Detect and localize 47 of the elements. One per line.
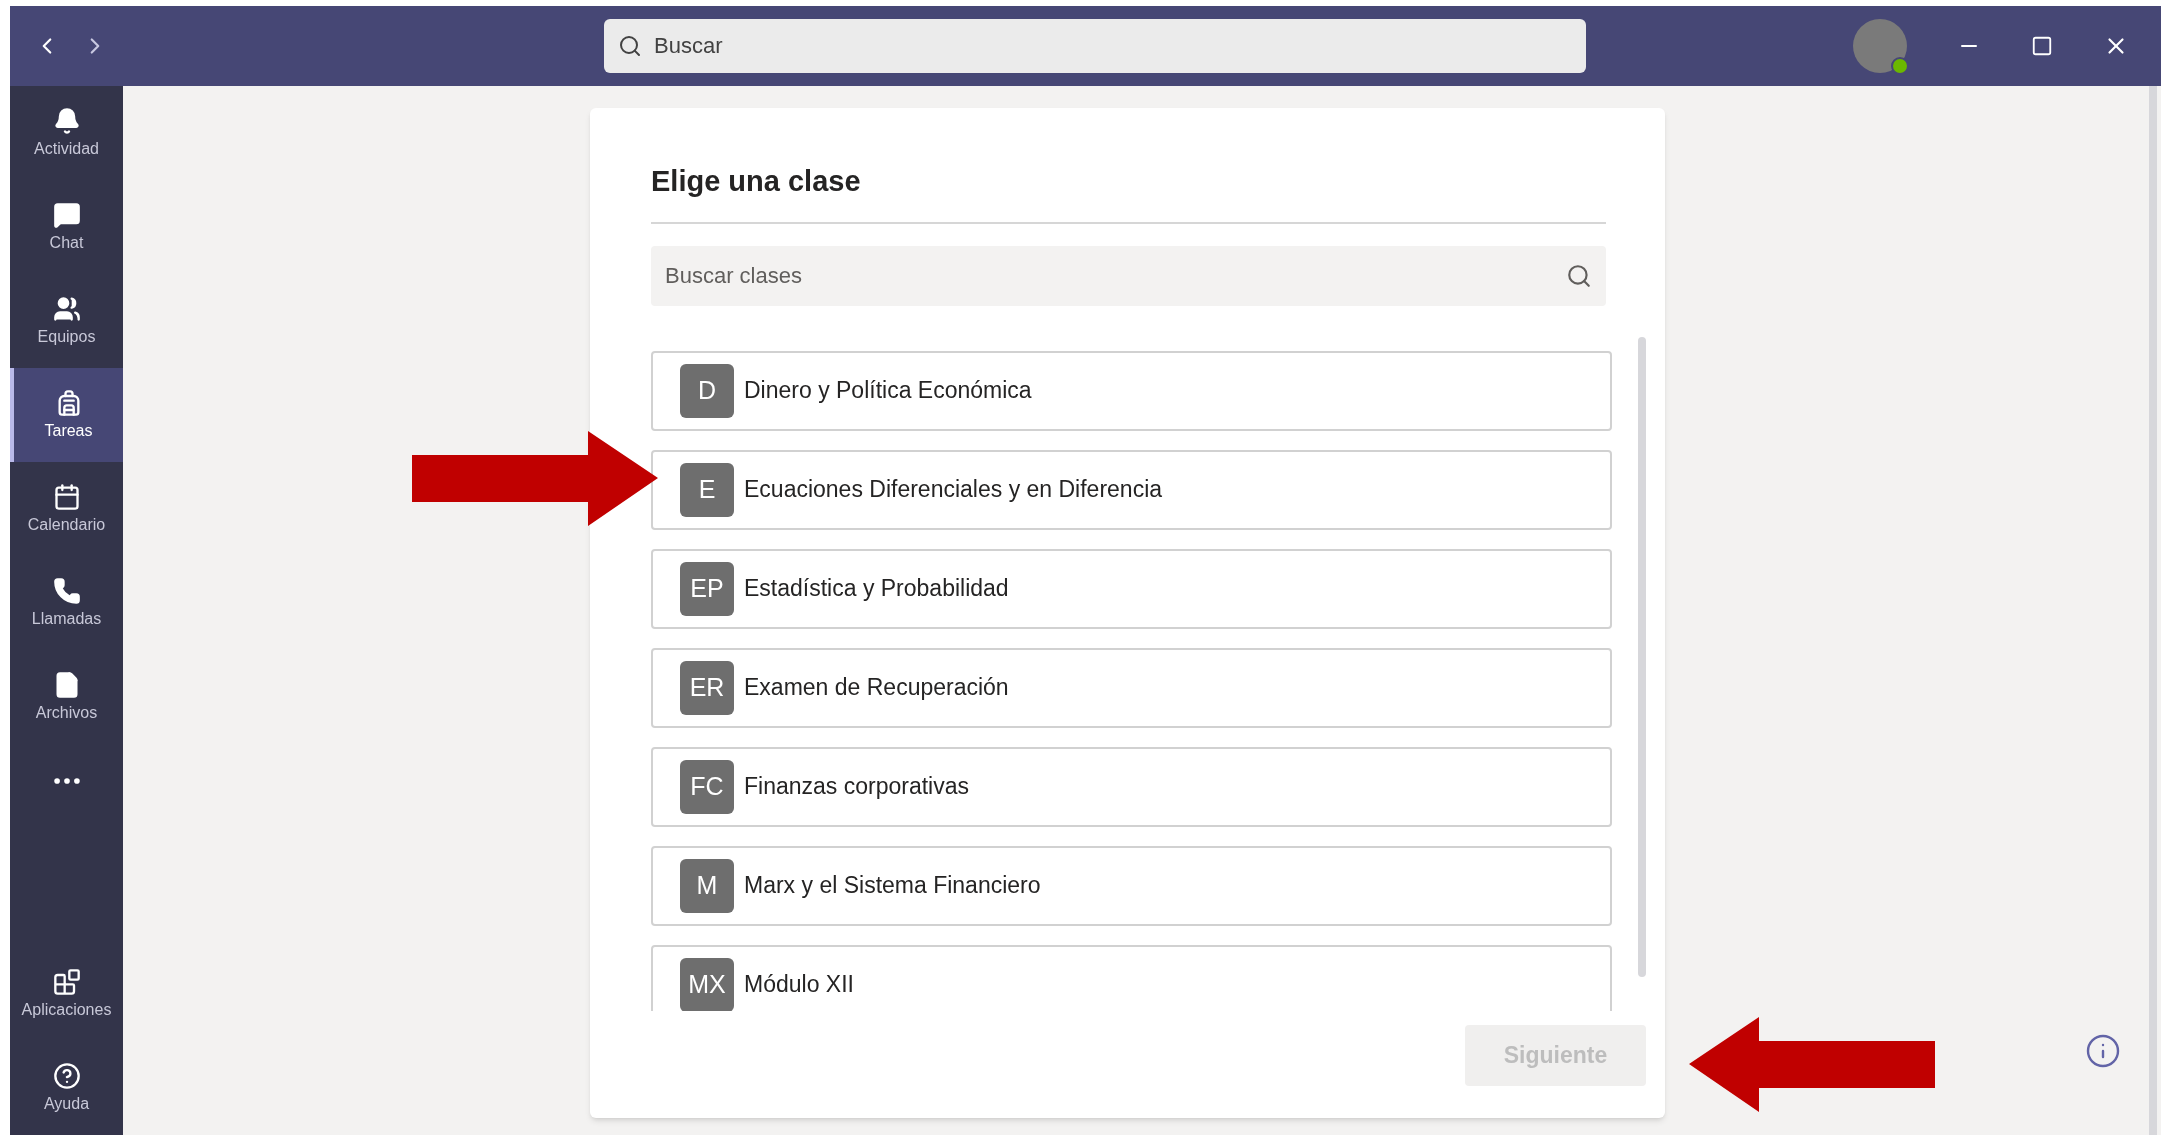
dialog-title: Elige una clase — [651, 164, 861, 199]
sidebar-item[interactable]: Tareas — [10, 368, 123, 462]
scrollbar[interactable] — [1638, 336, 1646, 977]
sidebar-item[interactable]: Llamadas — [10, 556, 123, 650]
sidebar-item[interactable]: Archivos — [10, 650, 123, 744]
sidebar-item[interactable]: Chat — [10, 180, 123, 274]
class-search-field[interactable]: Buscar clases — [651, 245, 1606, 306]
sidebar-item[interactable]: Actividad — [10, 86, 123, 180]
info-icon[interactable] — [2085, 1033, 2121, 1069]
user-avatar[interactable] — [1853, 19, 1907, 73]
class-avatar: MX — [680, 957, 734, 1011]
class-list-item[interactable]: E Ecuaciones Diferenciales y en Diferencia — [651, 449, 1612, 530]
scrollbar[interactable] — [2149, 86, 2157, 1135]
chat-icon — [52, 201, 81, 229]
help-icon — [52, 1062, 81, 1090]
class-avatar: ER — [680, 660, 734, 715]
class-name: Ecuaciones Diferenciales y en Diferencia — [744, 475, 1163, 505]
class-avatar: D — [680, 363, 734, 418]
class-name: Módulo XII — [744, 970, 854, 1000]
class-list-item[interactable]: FC Finanzas corporativas — [651, 746, 1612, 827]
class-list-item[interactable]: M Marx y el Sistema Financiero — [651, 845, 1612, 926]
search-field[interactable]: Buscar — [604, 19, 1586, 73]
calendar-icon — [52, 483, 81, 511]
class-avatar: FC — [680, 759, 734, 814]
bell-icon — [52, 107, 81, 135]
class-list-item[interactable]: D Dinero y Política Económica — [651, 350, 1612, 431]
class-list-item[interactable]: ER Examen de Recuperación — [651, 647, 1612, 728]
class-name: Marx y el Sistema Financiero — [744, 871, 1041, 901]
sidebar-item[interactable]: Aplicaciones — [10, 947, 123, 1041]
maximize-icon[interactable] — [2031, 35, 2053, 57]
class-list-item[interactable]: MX Módulo XII — [651, 944, 1612, 1011]
people-icon — [52, 295, 81, 323]
class-name: Examen de Recuperación — [744, 673, 1009, 703]
apps-icon — [52, 968, 81, 996]
sidebar-item[interactable]: Ayuda — [10, 1041, 123, 1135]
class-name: Finanzas corporativas — [744, 772, 969, 802]
class-avatar: EP — [680, 561, 734, 616]
sidebar-item[interactable]: Calendario — [10, 462, 123, 556]
phone-icon — [52, 577, 81, 605]
class-avatar: E — [680, 462, 734, 517]
sidebar-item[interactable]: Equipos — [10, 274, 123, 368]
class-name: Estadística y Probabilidad — [744, 574, 1009, 604]
class-name: Dinero y Política Económica — [744, 376, 1032, 406]
search-icon — [618, 34, 642, 58]
class-list-item[interactable]: EP Estadística y Probabilidad — [651, 548, 1612, 629]
search-icon — [1566, 262, 1592, 289]
class-avatar: M — [680, 858, 734, 913]
